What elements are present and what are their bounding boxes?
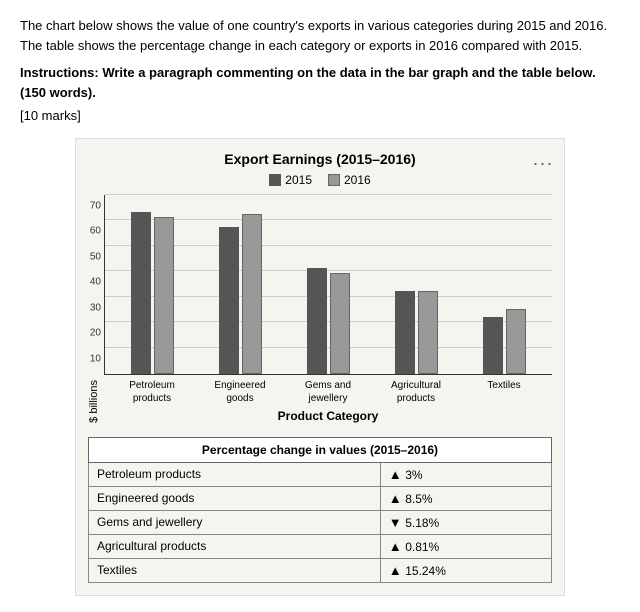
- y-axis-label: $ billions: [88, 380, 100, 423]
- x-label: Agriculturalproducts: [376, 379, 456, 405]
- x-axis-title: Product Category: [104, 409, 552, 423]
- bar-2015: [131, 212, 151, 374]
- y-tick: 40: [90, 277, 105, 288]
- bars-row: [105, 195, 552, 374]
- value-cell: ▲ 15.24%: [380, 558, 551, 582]
- x-axis-labels: Petroleumproducts Engineeredgoods Gems and…: [104, 375, 552, 405]
- bar-2015: [483, 317, 503, 374]
- bar-2015: [395, 291, 415, 373]
- legend-label-2015: 2015: [285, 173, 312, 187]
- legend-2015: 2015: [269, 173, 312, 187]
- y-tick: 70: [90, 200, 105, 211]
- table-header: Percentage change in values (2015–2016): [89, 437, 552, 462]
- bar-2016: [418, 291, 438, 373]
- category-cell: Engineered goods: [89, 486, 381, 510]
- chart-inner: 10203040506070 Petroleumproducts Engineer…: [104, 195, 552, 423]
- value-cell: ▲ 0.81%: [380, 534, 551, 558]
- arrow-up-icon: ▲: [389, 467, 405, 482]
- x-label: Textiles: [464, 379, 544, 405]
- chart-title: Export Earnings (2015–2016): [88, 151, 552, 167]
- value-cell: ▼ 5.18%: [380, 510, 551, 534]
- grid-and-bars: 10203040506070: [104, 195, 552, 375]
- chart-container: $ billions 10203040506070 Petroleumprodu…: [88, 195, 552, 423]
- chart-legend: 2015 2016: [88, 173, 552, 187]
- y-tick: 30: [90, 302, 105, 313]
- x-label: Petroleumproducts: [112, 379, 192, 405]
- legend-2016: 2016: [328, 173, 371, 187]
- table-row: Engineered goods▲ 8.5%: [89, 486, 552, 510]
- legend-box-2016: [328, 174, 340, 186]
- chart-area: ... Export Earnings (2015–2016) 2015 201…: [75, 138, 565, 596]
- marks-text: [10 marks]: [20, 106, 620, 126]
- table-area: Percentage change in values (2015–2016) …: [88, 437, 552, 583]
- bar-2016: [154, 217, 174, 374]
- table-row: Petroleum products▲ 3%: [89, 462, 552, 486]
- x-label: Gems andjewellery: [288, 379, 368, 405]
- bar-2016: [506, 309, 526, 373]
- y-tick: 10: [90, 353, 105, 364]
- y-tick: 50: [90, 251, 105, 262]
- table-row: Agricultural products▲ 0.81%: [89, 534, 552, 558]
- bar-group: [131, 212, 174, 374]
- intro-text: The chart below shows the value of one c…: [20, 16, 620, 55]
- arrow-up-icon: ▲: [389, 563, 405, 578]
- y-tick: 20: [90, 328, 105, 339]
- table-row: Gems and jewellery▼ 5.18%: [89, 510, 552, 534]
- category-cell: Gems and jewellery: [89, 510, 381, 534]
- legend-box-2015: [269, 174, 281, 186]
- bar-2015: [219, 227, 239, 374]
- bar-group: [395, 291, 438, 373]
- y-tick: 60: [90, 226, 105, 237]
- arrow-up-icon: ▲: [389, 539, 405, 554]
- percentage-table: Percentage change in values (2015–2016) …: [88, 437, 552, 583]
- bar-group: [219, 214, 262, 373]
- instructions-text: Instructions: Write a paragraph commenti…: [20, 63, 620, 102]
- category-cell: Petroleum products: [89, 462, 381, 486]
- bar-group: [307, 268, 350, 373]
- category-cell: Agricultural products: [89, 534, 381, 558]
- table-row: Textiles▲ 15.24%: [89, 558, 552, 582]
- legend-label-2016: 2016: [344, 173, 371, 187]
- category-cell: Textiles: [89, 558, 381, 582]
- value-cell: ▲ 3%: [380, 462, 551, 486]
- arrow-up-icon: ▲: [389, 491, 405, 506]
- value-cell: ▲ 8.5%: [380, 486, 551, 510]
- x-label: Engineeredgoods: [200, 379, 280, 405]
- bar-2016: [330, 273, 350, 373]
- more-options-icon[interactable]: ...: [533, 149, 554, 170]
- bar-group: [483, 309, 526, 373]
- bar-2015: [307, 268, 327, 373]
- bar-2016: [242, 214, 262, 373]
